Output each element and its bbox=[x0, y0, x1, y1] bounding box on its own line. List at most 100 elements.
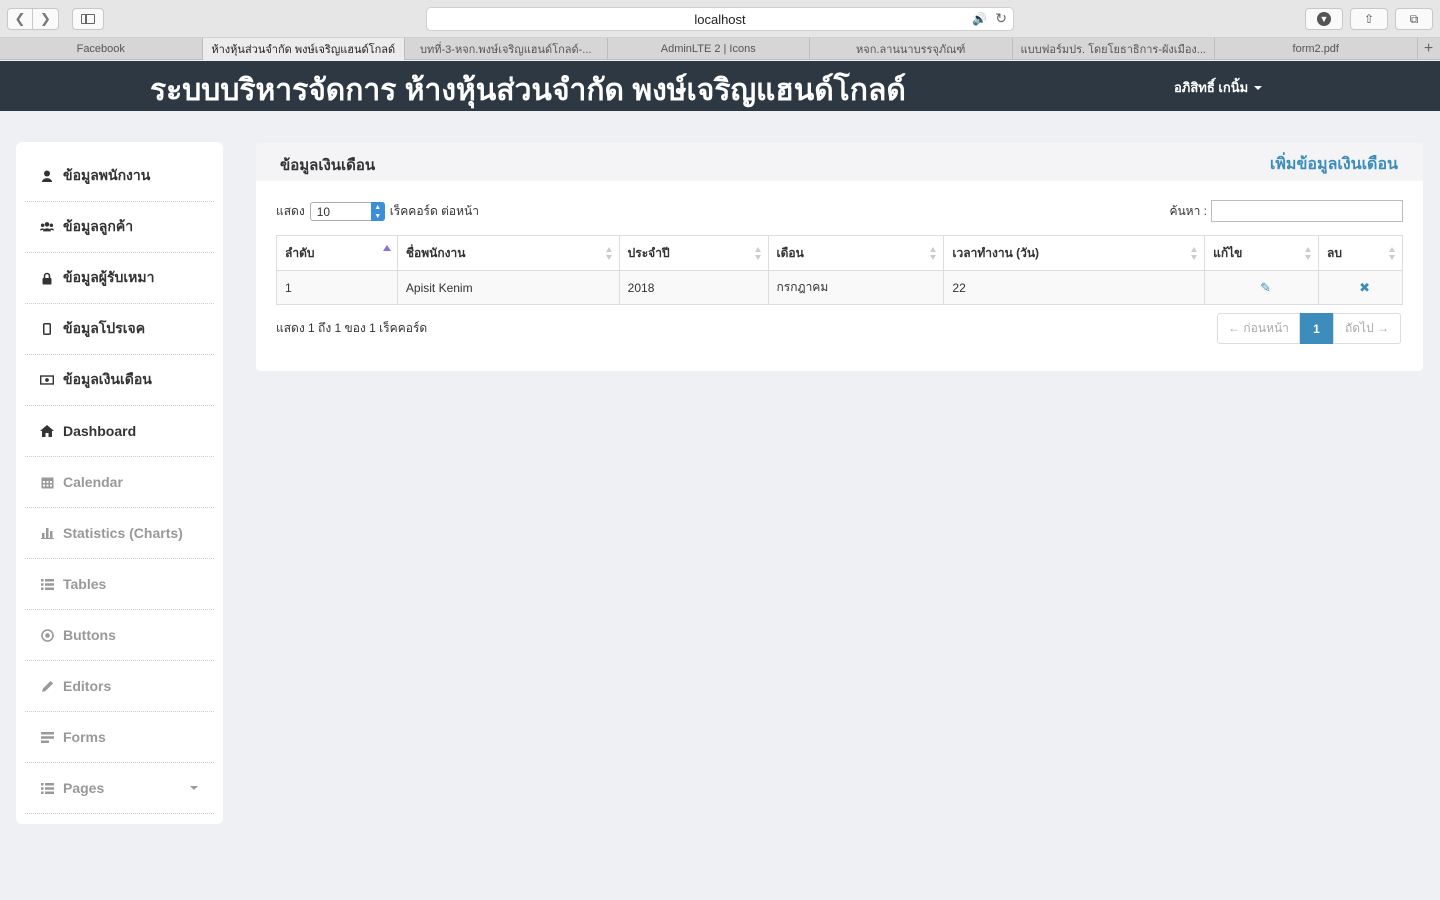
tab-form2-pdf[interactable]: form2.pdf bbox=[1215, 38, 1418, 60]
sidebar-item-calendar[interactable]: Calendar bbox=[25, 457, 214, 508]
cell-year: 2018 bbox=[618, 270, 769, 305]
salary-box: ข้อมูลเงินเดือน เพิ่มข้อมูลเงินเดือน แสด… bbox=[256, 143, 1423, 371]
cell-order: 1 bbox=[276, 270, 398, 305]
sidebar-item-customers[interactable]: ข้อมูลลูกค้า bbox=[25, 202, 214, 253]
download-icon: ▼ bbox=[1317, 12, 1331, 26]
back-button[interactable]: ❮ bbox=[7, 8, 33, 30]
address-bar[interactable]: localhost 🔊 ↻ bbox=[426, 7, 1014, 31]
sidebar-item-salary[interactable]: ข้อมูลเงินเดือน bbox=[25, 355, 214, 406]
user-menu[interactable]: อภิสิทธิ์ เกนิ้ม bbox=[1174, 77, 1263, 98]
tab-lanna[interactable]: หจก.ลานนาบรรจุภัณฑ์ bbox=[810, 38, 1013, 60]
search-label: ค้นหา : bbox=[1169, 203, 1207, 218]
sidebar: ข้อมูลพนักงาน ข้อมูลลูกค้า ข้อมูลผู้รับเ… bbox=[16, 142, 223, 824]
search-row: ค้นหา : bbox=[1169, 200, 1403, 222]
sidebar-item-dashboard[interactable]: Dashboard bbox=[25, 406, 214, 457]
forward-button[interactable]: ❯ bbox=[33, 8, 59, 30]
col-header-month[interactable]: เดือน bbox=[767, 235, 945, 271]
plus-icon: + bbox=[1423, 40, 1434, 57]
tab-active-app[interactable]: ห้างหุ้นส่วนจำกัด พงษ์เจริญแฮนด์โกลด์ bbox=[202, 38, 405, 60]
sidebar-toggle-button[interactable] bbox=[72, 8, 104, 30]
app-header: ระบบบริหารจัดการ ห้างหุ้นส่วนจำกัด พงษ์เ… bbox=[0, 61, 1440, 111]
speaker-icon[interactable]: 🔊 bbox=[972, 12, 987, 26]
sidebar-icon bbox=[81, 14, 95, 24]
tab-adminlte-icons[interactable]: AdminLTE 2 | Icons bbox=[608, 38, 810, 60]
tab-bar: Facebook ห้างหุ้นส่วนจำกัด พงษ์เจริญแฮนด… bbox=[0, 38, 1440, 60]
prev-page-button[interactable]: ← ก่อนหน้า bbox=[1217, 313, 1300, 344]
sidebar-item-statistics[interactable]: Statistics (Charts) bbox=[25, 508, 214, 559]
col-header-year[interactable]: ประจำปี bbox=[618, 235, 769, 271]
page-length-select[interactable]: 10 ▲ ▼ bbox=[309, 202, 385, 221]
records-per-page: แสดง 10 ▲ ▼ เร็คคอร์ด ต่อหน้า bbox=[276, 202, 479, 221]
cell-edit: ✎ bbox=[1204, 270, 1320, 305]
page-1-button[interactable]: 1 bbox=[1300, 313, 1333, 344]
select-arrows-icon: ▲ ▼ bbox=[370, 202, 385, 221]
sidebar-item-buttons[interactable]: Buttons bbox=[25, 610, 214, 661]
caret-down-icon bbox=[1254, 85, 1263, 90]
edit-icon[interactable]: ✎ bbox=[1260, 280, 1271, 295]
share-icon: ⇧ bbox=[1363, 12, 1375, 26]
mobile-icon bbox=[40, 322, 54, 336]
pencil-icon bbox=[40, 679, 54, 693]
box-header: ข้อมูลเงินเดือน เพิ่มข้อมูลเงินเดือน bbox=[256, 143, 1423, 181]
col-header-order[interactable]: ลำดับ bbox=[276, 235, 398, 271]
sidebar-item-projects[interactable]: ข้อมูลโปรเจค bbox=[25, 304, 214, 355]
bar-chart-icon bbox=[40, 526, 54, 540]
dot-circle-icon bbox=[40, 628, 54, 642]
caret-down-icon bbox=[190, 786, 198, 790]
new-tab-button[interactable]: + bbox=[1418, 38, 1440, 60]
sort-icon bbox=[1191, 247, 1198, 261]
sidebar-item-editors[interactable]: Editors bbox=[25, 661, 214, 712]
sort-icon bbox=[754, 247, 762, 261]
sidebar-item-forms[interactable]: Forms bbox=[25, 712, 214, 763]
table-header-row: ลำดับ ชื่อพนักงาน ประจำปี เดือน เวลาทำงา… bbox=[276, 235, 1403, 271]
tab-overview-button[interactable]: ⧉ bbox=[1395, 8, 1433, 30]
sort-icon bbox=[605, 247, 613, 261]
downloads-button[interactable]: ▼ bbox=[1305, 8, 1343, 30]
length-prefix: แสดง bbox=[276, 204, 305, 218]
sort-asc-icon bbox=[382, 245, 391, 251]
reload-icon[interactable]: ↻ bbox=[995, 10, 1007, 27]
col-header-delete[interactable]: ลบ bbox=[1318, 235, 1403, 271]
table-info: แสดง 1 ถึง 1 ของ 1 เร็คคอร์ด bbox=[276, 321, 428, 335]
chevron-right-icon: ❯ bbox=[40, 11, 51, 26]
search-input[interactable] bbox=[1211, 200, 1403, 222]
list-icon bbox=[40, 577, 54, 591]
user-name: อภิสิทธิ์ เกนิ้ม bbox=[1174, 80, 1249, 95]
col-header-workdays[interactable]: เวลาทำงาน (วัน) bbox=[943, 235, 1206, 271]
sort-icon bbox=[930, 247, 937, 261]
add-salary-link[interactable]: เพิ่มข้อมูลเงินเดือน bbox=[1270, 152, 1398, 177]
cell-month: กรกฎาคม bbox=[767, 270, 945, 305]
tab-form[interactable]: แบบฟอร์มปร. โดยโยธาธิการ-ผังเมือง... bbox=[1013, 38, 1215, 60]
list-icon bbox=[40, 781, 54, 795]
tabs-icon: ⧉ bbox=[1409, 11, 1419, 26]
pagination: ← ก่อนหน้า 1 ถัดไป → bbox=[1217, 313, 1401, 344]
length-suffix: เร็คคอร์ด ต่อหน้า bbox=[389, 204, 479, 218]
cell-delete: ✖ bbox=[1318, 270, 1403, 305]
table-row: 1 Apisit Kenim 2018 กรกฎาคม 22 ✎ ✖ bbox=[276, 270, 1403, 305]
share-button[interactable]: ⇧ bbox=[1350, 8, 1388, 30]
page-length-value: 10 bbox=[316, 205, 331, 219]
users-icon bbox=[40, 220, 54, 234]
tab-facebook[interactable]: Facebook bbox=[0, 38, 203, 60]
col-header-employee[interactable]: ชื่อพนักงาน bbox=[396, 235, 620, 271]
money-icon bbox=[40, 373, 54, 387]
delete-icon[interactable]: ✖ bbox=[1359, 280, 1370, 295]
sidebar-item-employees[interactable]: ข้อมูลพนักงาน bbox=[25, 151, 214, 202]
sidebar-item-contractors[interactable]: ข้อมูลผู้รับเหมา bbox=[25, 253, 214, 304]
sort-icon bbox=[1305, 247, 1312, 261]
sidebar-item-pages[interactable]: Pages bbox=[25, 763, 214, 814]
browser-toolbar: ❮ ❯ localhost 🔊 ↻ ▼ ⇧ ⧉ bbox=[0, 0, 1440, 38]
app-title: ระบบบริหารจัดการ ห้างหุ้นส่วนจำกัด พงษ์เ… bbox=[150, 74, 906, 107]
calendar-icon bbox=[40, 475, 54, 489]
cell-employee: Apisit Kenim bbox=[396, 270, 620, 305]
next-page-button[interactable]: ถัดไป → bbox=[1333, 313, 1401, 344]
tab-chapter3[interactable]: บทที่-3-หจก.พงษ์เจริญแฮนด์โกลด์-... bbox=[405, 38, 608, 60]
home-icon bbox=[40, 424, 54, 438]
sidebar-item-tables[interactable]: Tables bbox=[25, 559, 214, 610]
salary-table: ลำดับ ชื่อพนักงาน ประจำปี เดือน เวลาทำงา… bbox=[276, 235, 1403, 305]
col-header-edit[interactable]: แก้ไข bbox=[1204, 235, 1320, 271]
page-title: ข้อมูลเงินเดือน bbox=[280, 157, 376, 174]
chevron-left-icon: ❮ bbox=[14, 11, 26, 26]
url-text: localhost bbox=[694, 11, 746, 27]
sort-icon bbox=[1389, 247, 1396, 261]
